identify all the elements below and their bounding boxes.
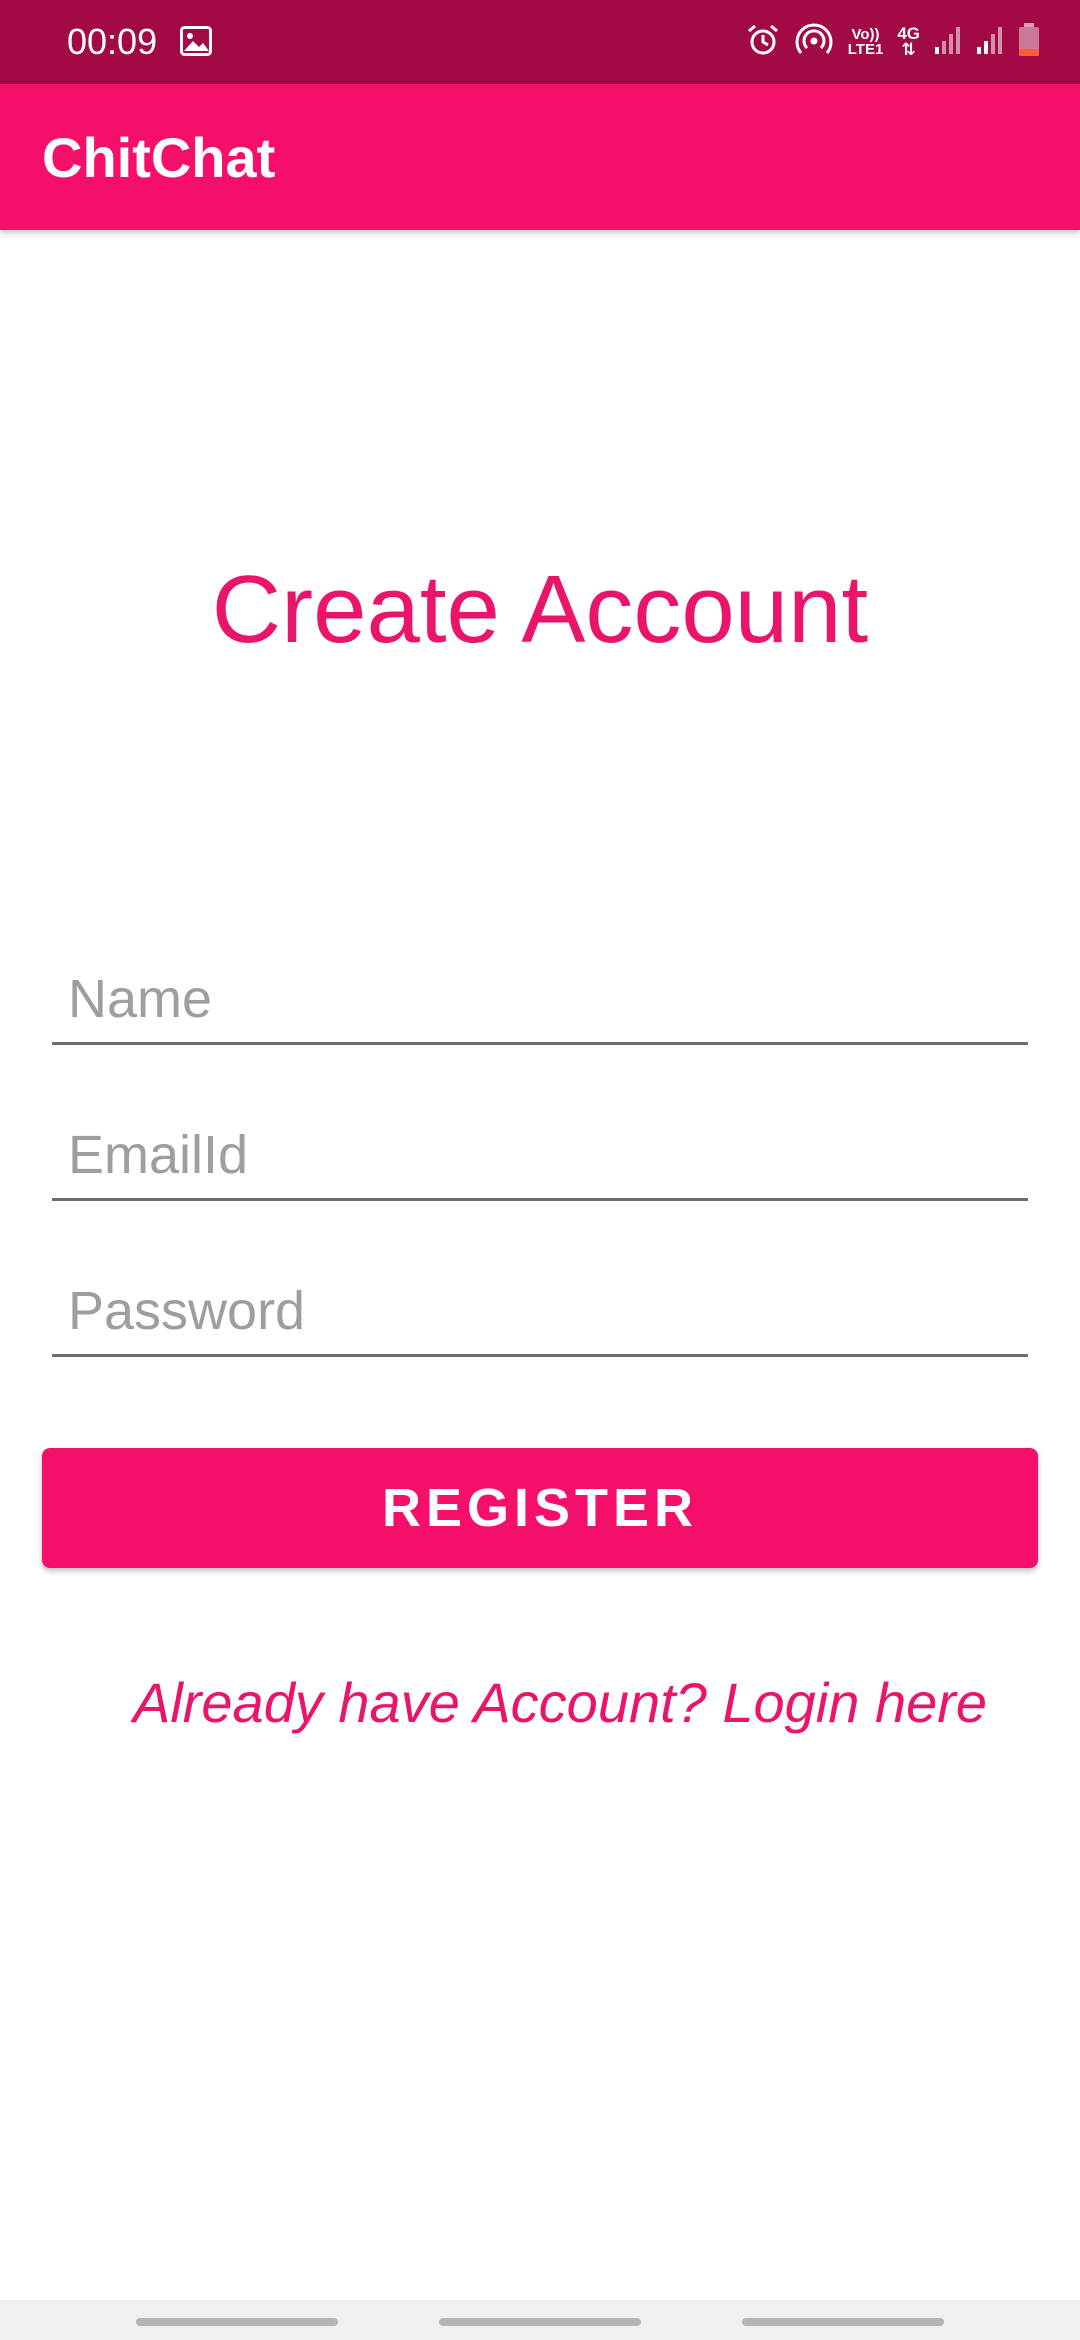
network-indicator: 4G ⇅ (897, 25, 920, 59)
status-time: 00:09 (67, 21, 158, 62)
volte-indicator: Vo)) LTE1 (848, 27, 884, 57)
name-field[interactable] (52, 955, 1028, 1045)
app-bar: ChitChat (0, 84, 1080, 230)
status-bar: 00:09 Vo)) LTE1 4G ⇅ (0, 0, 1080, 84)
page-title: Create Account (211, 556, 869, 663)
hotspot-icon (794, 23, 834, 62)
email-field[interactable] (52, 1111, 1028, 1201)
lte-label: LTE1 (847, 41, 884, 58)
signal-icon (934, 25, 962, 60)
signal-icon (976, 25, 1004, 60)
register-button[interactable]: REGISTER (42, 1448, 1038, 1568)
nav-recents-handle[interactable] (136, 2318, 338, 2326)
battery-icon (1018, 22, 1040, 62)
password-field[interactable] (52, 1267, 1028, 1357)
status-icons: Vo)) LTE1 4G ⇅ (746, 20, 1040, 64)
login-link[interactable]: Already have Account? Login here (0, 1668, 1080, 1738)
navigation-bar (0, 2300, 1080, 2340)
alarm-icon (746, 23, 780, 62)
app-title: ChitChat (42, 126, 276, 189)
nav-back-handle[interactable] (742, 2318, 944, 2326)
data-arrows-icon: ⇅ (901, 40, 916, 59)
nav-home-handle[interactable] (439, 2318, 641, 2326)
gallery-icon (180, 26, 212, 61)
